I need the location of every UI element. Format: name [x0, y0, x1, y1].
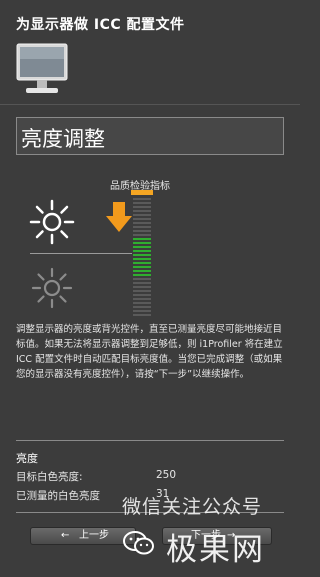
- page-title: 为显示器做 ICC 配置文件: [16, 17, 185, 33]
- meter-segment: [133, 278, 151, 280]
- measured-brightness-label: 已测量的白色亮度: [16, 490, 100, 502]
- sun-divider: [30, 253, 132, 254]
- meter-segment: [133, 282, 151, 284]
- measured-brightness-row: 已测量的白色亮度 31: [16, 488, 169, 503]
- meter-segment: [133, 262, 151, 264]
- meter-segment: [133, 254, 151, 256]
- meter-segment: [133, 202, 151, 204]
- meter-segment: [133, 302, 151, 304]
- meter-segment: [133, 230, 151, 232]
- measured-brightness-value: 31: [156, 488, 170, 500]
- section-header: 亮度调整: [16, 117, 284, 155]
- next-button-label: 下一步: [191, 530, 221, 541]
- section-title: 亮度调整: [21, 127, 105, 151]
- target-brightness-row: 目标白色亮度: 250: [16, 469, 176, 484]
- arrow-left-icon: ←: [61, 530, 70, 541]
- back-button[interactable]: ← 上一步: [30, 527, 136, 545]
- watermark-line1: 微信关注公众号: [122, 496, 263, 518]
- meter-marker: [131, 190, 153, 195]
- meter-segment: [133, 258, 151, 260]
- meter-segment: [133, 246, 151, 248]
- quality-meter: [131, 190, 153, 318]
- meter-segment: [133, 222, 151, 224]
- sun-dim-icon: [31, 267, 73, 309]
- arrow-down-icon: [106, 202, 132, 232]
- meter-segment: [133, 290, 151, 292]
- meter-segment: [133, 294, 151, 296]
- meter-segment: [133, 298, 151, 300]
- meter-segment: [133, 306, 151, 308]
- back-button-label: 上一步: [79, 530, 109, 541]
- meter-segment: [133, 250, 151, 252]
- meter-segment: [133, 218, 151, 220]
- meter-segment: [133, 226, 151, 228]
- meter-segment: [133, 274, 151, 276]
- brightness-heading: 亮度: [16, 452, 38, 465]
- target-brightness-value: 250: [156, 469, 177, 481]
- meter-segment: [133, 198, 151, 200]
- target-brightness-label: 目标白色亮度:: [16, 471, 83, 483]
- arrow-right-icon: →: [227, 530, 236, 541]
- meter-segment: [133, 314, 151, 316]
- sun-bright-icon: [29, 199, 75, 245]
- brightness-divider: [16, 440, 284, 441]
- meter-segment: [133, 234, 151, 236]
- meter-segment: [133, 266, 151, 268]
- next-button[interactable]: 下一步 →: [162, 527, 272, 545]
- meter-segment: [133, 270, 151, 272]
- meter-segment: [133, 286, 151, 288]
- meter-segment: [133, 310, 151, 312]
- monitor-icon: [16, 43, 68, 93]
- instructions-text: 调整显示器的亮度或背光控件，直至已测量亮度尽可能地接近目标值。如果无法将显示器调…: [16, 324, 283, 380]
- meter-segment: [133, 214, 151, 216]
- header-divider: [0, 104, 300, 105]
- meter-segment: [133, 206, 151, 208]
- footer-divider: [16, 512, 284, 513]
- meter-segment: [133, 238, 151, 240]
- meter-segment: [133, 210, 151, 212]
- meter-segment: [133, 242, 151, 244]
